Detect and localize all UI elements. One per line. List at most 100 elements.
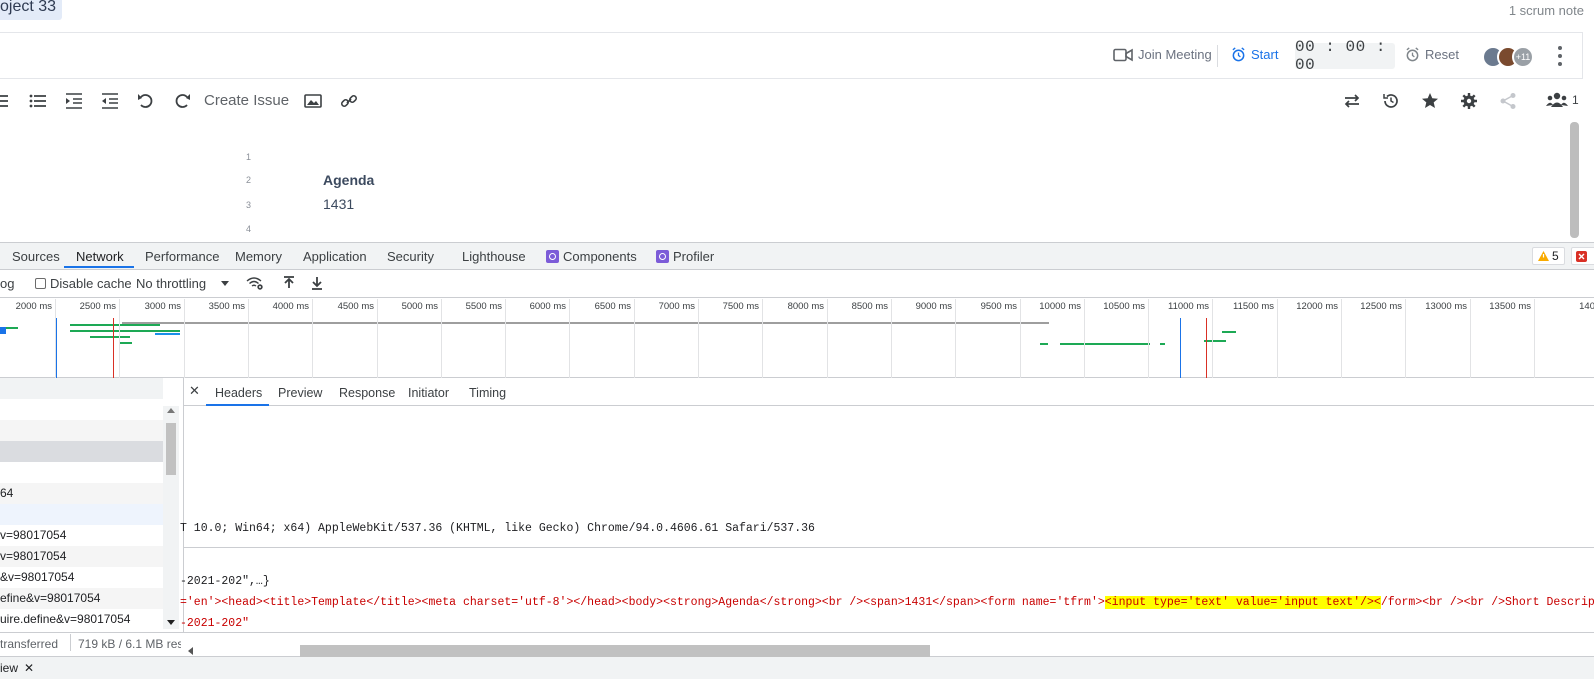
timeline-bar: [6, 327, 18, 329]
list-item[interactable]: 64: [0, 483, 163, 504]
image-icon[interactable]: [304, 92, 322, 110]
dom-content-loaded-marker: [56, 318, 57, 378]
request-payload-value: ='en'><head><title>Template</title><meta…: [180, 596, 1594, 609]
scrum-note-count[interactable]: 1 scrum note: [1509, 3, 1584, 18]
close-icon[interactable]: ✕: [24, 661, 34, 675]
tab-components[interactable]: Components: [546, 249, 637, 264]
line-number: 4: [246, 224, 252, 234]
tab-lighthouse[interactable]: Lighthouse: [462, 249, 526, 264]
more-participants-badge[interactable]: +11: [1512, 46, 1534, 68]
collaborators-button[interactable]: 1: [1546, 92, 1579, 108]
separator: [70, 634, 71, 651]
alarm-clock-icon: [1406, 47, 1419, 62]
tab-application[interactable]: Application: [303, 249, 367, 264]
list-item[interactable]: [0, 378, 163, 399]
scroll-left-icon[interactable]: [188, 647, 193, 655]
warnings-badge[interactable]: 5: [1532, 247, 1565, 265]
list-item[interactable]: v=98017054: [0, 525, 163, 546]
tab-preview[interactable]: Preview: [278, 386, 322, 400]
list-item[interactable]: [0, 504, 163, 525]
highlighted-payload: <input type='text' value='input text'/><: [1104, 596, 1381, 609]
disable-cache-checkbox[interactable]: Disable cache: [35, 276, 132, 291]
tab-initiator[interactable]: Initiator: [408, 386, 449, 400]
react-icon: [656, 250, 669, 263]
undo-icon[interactable]: [137, 92, 155, 110]
list-item[interactable]: [0, 420, 163, 441]
timeline-gridline: [891, 299, 892, 378]
timeline-gridline: [1020, 299, 1021, 378]
share-icon[interactable]: [1499, 92, 1517, 110]
timeline-tick-label: 2000 ms: [15, 301, 52, 312]
start-timer-button[interactable]: Start: [1231, 47, 1278, 62]
tab-sources[interactable]: Sources: [12, 249, 60, 264]
link-icon[interactable]: [340, 92, 358, 110]
scroll-down-icon[interactable]: [167, 620, 175, 625]
join-meeting-button[interactable]: Join Meeting: [1113, 47, 1212, 62]
chevron-down-icon: [221, 281, 230, 286]
video-camera-icon: [1113, 48, 1133, 61]
timeline-tick-label: 9500 ms: [980, 301, 1017, 312]
dom-content-loaded-marker: [1180, 318, 1181, 378]
indent-icon[interactable]: [65, 92, 83, 110]
timeline-tick-label: 10000 ms: [1039, 301, 1081, 312]
swap-icon[interactable]: [1343, 92, 1361, 110]
list-item[interactable]: [0, 462, 163, 483]
star-icon[interactable]: [1421, 92, 1439, 110]
timeline-bar: [1040, 343, 1048, 345]
throttling-select[interactable]: No throttling: [136, 276, 230, 291]
scrollbar-thumb[interactable]: [300, 645, 930, 657]
outdent-icon[interactable]: [101, 92, 119, 110]
editor-heading[interactable]: Agenda: [323, 172, 374, 188]
timeline-tick-label: 8500 ms: [851, 301, 888, 312]
import-har-icon[interactable]: [283, 276, 295, 290]
errors-badge[interactable]: [1571, 247, 1594, 265]
scroll-up-icon[interactable]: [167, 408, 175, 413]
export-har-icon[interactable]: [311, 276, 323, 290]
active-tab-indicator: [206, 404, 269, 406]
preserve-log-label[interactable]: og: [0, 276, 14, 291]
list-item[interactable]: [0, 399, 163, 420]
timeline-gridline: [1084, 299, 1085, 378]
gear-icon[interactable]: [1460, 92, 1478, 110]
list-item[interactable]: v=98017054: [0, 546, 163, 567]
timeline-gridline: [827, 299, 828, 378]
line-number: 2: [246, 175, 252, 185]
history-icon[interactable]: [1382, 92, 1400, 110]
timeline-tick-label: 4500 ms: [337, 301, 374, 312]
align-icon[interactable]: [0, 92, 14, 110]
editor-text-line[interactable]: 1431: [323, 196, 354, 212]
user-agent-value: T 10.0; Win64; x64) AppleWebKit/537.36 (…: [180, 522, 815, 535]
tab-response[interactable]: Response: [339, 386, 395, 400]
tab-performance[interactable]: Performance: [145, 249, 219, 264]
users-icon: [1546, 92, 1568, 107]
close-icon[interactable]: ✕: [189, 383, 200, 399]
page-scrollbar[interactable]: [1570, 122, 1579, 238]
create-issue-button[interactable]: Create Issue: [204, 92, 289, 109]
tab-memory[interactable]: Memory: [235, 249, 282, 264]
list-item[interactable]: [0, 441, 163, 462]
timeline-gridline: [569, 299, 570, 378]
reset-timer-button[interactable]: Reset: [1405, 47, 1459, 62]
timeline-gridline: [248, 299, 249, 378]
list-item[interactable]: efine&v=98017054: [0, 588, 163, 609]
timeline-tick-label: 4000 ms: [272, 301, 309, 312]
tab-security[interactable]: Security: [387, 249, 434, 264]
drawer-tab[interactable]: iew ✕: [0, 661, 34, 675]
tab-network[interactable]: Network: [76, 249, 124, 264]
more-options-icon[interactable]: [1557, 46, 1563, 66]
tab-timing[interactable]: Timing: [469, 386, 506, 400]
scrollbar-thumb[interactable]: [166, 423, 176, 475]
timeline-tick-label: 12000 ms: [1296, 301, 1338, 312]
network-conditions-icon[interactable]: [246, 276, 264, 290]
list-item[interactable]: uire.define&v=98017054: [0, 609, 163, 630]
timeline-gridline: [1212, 299, 1213, 378]
active-tab-indicator: [64, 266, 134, 268]
timeline-bar: [120, 342, 132, 344]
timeline-bar: [1204, 340, 1226, 342]
timeline-bar: [122, 322, 1049, 324]
redo-icon[interactable]: [173, 92, 191, 110]
tab-profiler[interactable]: Profiler: [656, 249, 714, 264]
tab-headers[interactable]: Headers: [215, 386, 262, 400]
bullet-list-icon[interactable]: [29, 92, 47, 110]
list-item[interactable]: &v=98017054: [0, 567, 163, 588]
